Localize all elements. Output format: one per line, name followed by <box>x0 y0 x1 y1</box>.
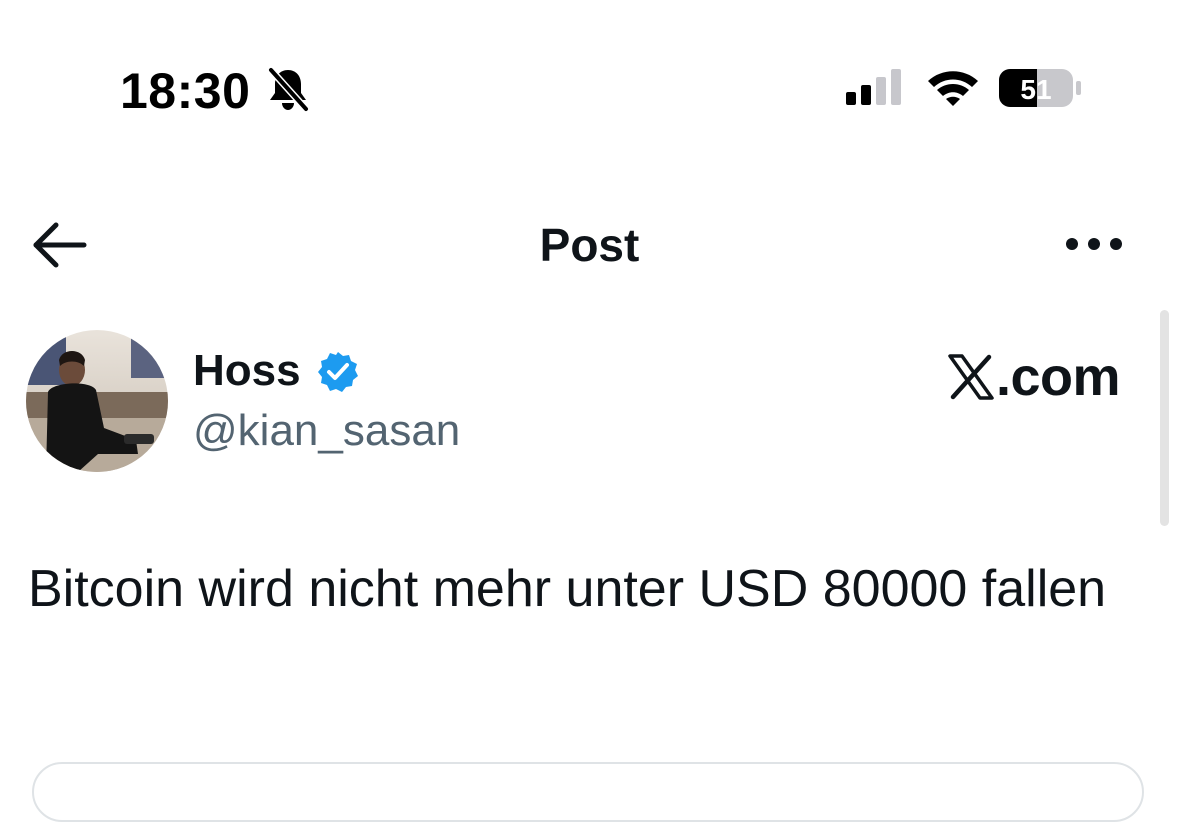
bell-slash-icon <box>267 66 310 112</box>
x-com-watermark: .com <box>948 346 1121 408</box>
embedded-card[interactable] <box>32 762 1144 822</box>
top-nav-bar: Post <box>0 200 1179 290</box>
status-bar: 18:30 51 <box>0 0 1179 150</box>
battery-icon: 51 <box>999 69 1081 107</box>
wifi-icon <box>928 71 978 106</box>
post-author-row: Hoss @kian_sasan .com <box>0 328 1150 478</box>
more-horizontal-icon <box>1066 238 1122 250</box>
page-title: Post <box>539 219 640 271</box>
scrollbar[interactable] <box>1160 310 1169 526</box>
more-options-button[interactable] <box>1060 222 1132 266</box>
post-body-text: Bitcoin wird nicht mehr unter USD 80000 … <box>28 560 1107 618</box>
cellular-signal-icon <box>846 69 901 105</box>
battery-level-text: 51 <box>1020 74 1051 105</box>
author-display-name[interactable]: Hoss <box>193 346 301 396</box>
watermark-suffix: .com <box>995 347 1121 407</box>
avatar-photo <box>26 330 168 472</box>
avatar[interactable] <box>26 330 168 472</box>
author-handle[interactable]: @kian_sasan <box>193 406 460 456</box>
verified-badge-icon <box>318 352 358 392</box>
status-time: 18:30 <box>120 63 251 119</box>
x-logo-icon <box>948 354 994 400</box>
